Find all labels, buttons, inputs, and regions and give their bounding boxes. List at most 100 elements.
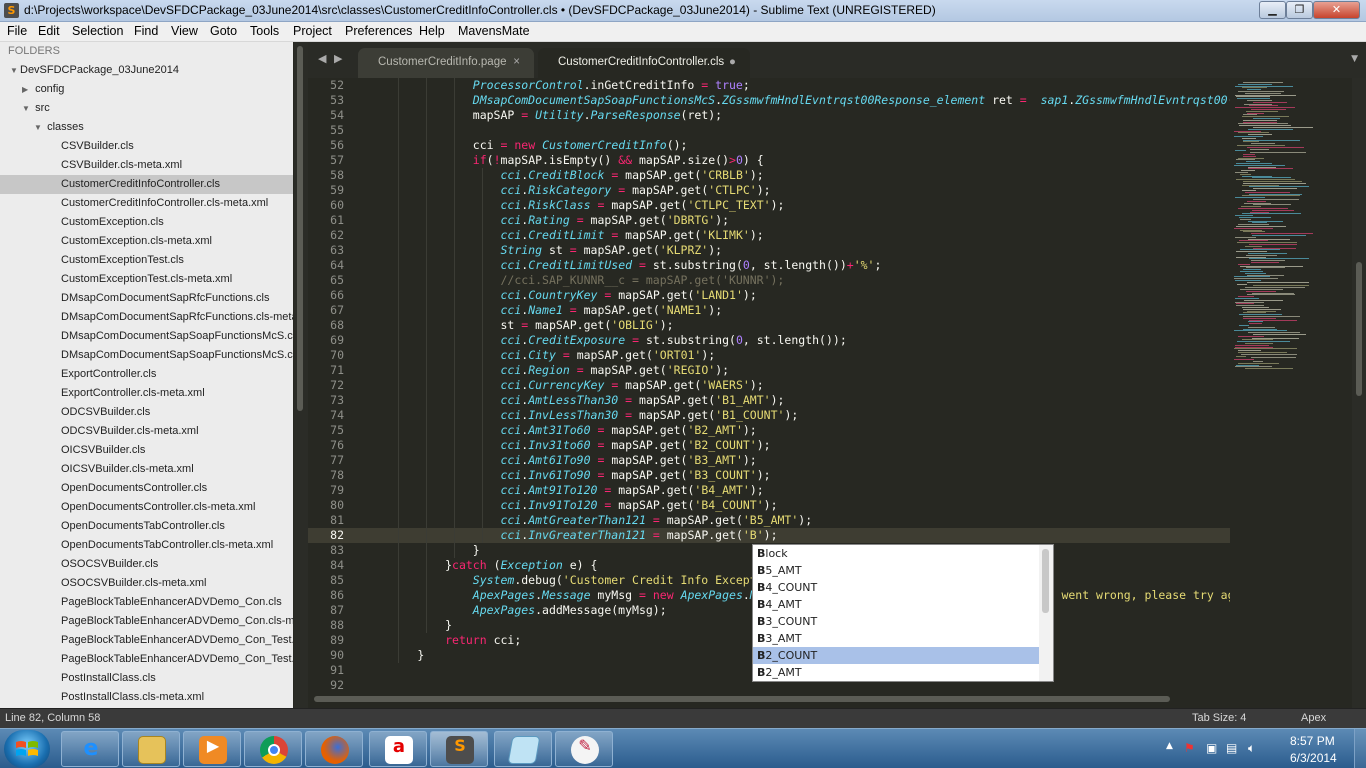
- sidebar-file-item[interactable]: PostInstallClass.cls: [0, 669, 293, 688]
- autocomplete-item[interactable]: B2_COUNT: [753, 647, 1039, 664]
- sidebar-file-item[interactable]: ExportController.cls: [0, 365, 293, 384]
- autocomplete-item[interactable]: B5_AMT: [753, 562, 1039, 579]
- network-icon[interactable]: ▤: [1226, 741, 1237, 755]
- scroll-thumb[interactable]: [297, 46, 303, 411]
- autocomplete-scrollbar[interactable]: [1039, 545, 1053, 681]
- sidebar-file-item[interactable]: PageBlockTableEnhancerADVDemo_Con_Test.c…: [0, 650, 293, 669]
- menu-project[interactable]: Project: [293, 24, 332, 38]
- sidebar-file-item[interactable]: OpenDocumentsTabController.cls-meta.xml: [0, 536, 293, 555]
- sidebar-file-item[interactable]: ExportController.cls-meta.xml: [0, 384, 293, 403]
- sidebar-file-item[interactable]: CSVBuilder.cls: [0, 137, 293, 156]
- minimap-line: [1247, 281, 1309, 283]
- tab-close-icon[interactable]: ×: [513, 48, 520, 76]
- maximize-button[interactable]: ❐: [1286, 1, 1313, 19]
- folder-classes[interactable]: ▼ classes: [0, 118, 293, 137]
- autocomplete-item[interactable]: B3_AMT: [753, 630, 1039, 647]
- menu-file[interactable]: File: [7, 24, 27, 38]
- close-button[interactable]: ✕: [1313, 1, 1360, 19]
- device-icon[interactable]: ▣: [1206, 741, 1217, 755]
- autocomplete-item[interactable]: B4_COUNT: [753, 579, 1039, 596]
- sidebar-file-item[interactable]: OICSVBuilder.cls-meta.xml: [0, 460, 293, 479]
- taskbar-airtel[interactable]: a: [369, 731, 427, 767]
- autocomplete-popup[interactable]: Block B5_AMT B4_COUNT B4_AMT B3_COUNT B3_AMT B…: [752, 544, 1054, 682]
- sidebar-file-item[interactable]: DMsapComDocumentSapRfcFunctions.cls: [0, 289, 293, 308]
- tab-customercreditinfo-page[interactable]: CustomerCreditInfo.page ×: [358, 48, 534, 78]
- menu-preferences[interactable]: Preferences: [345, 24, 412, 38]
- tab-size-indicator[interactable]: Tab Size: 4: [1192, 712, 1246, 724]
- sidebar-file-item[interactable]: OICSVBuilder.cls: [0, 441, 293, 460]
- scroll-thumb[interactable]: [314, 696, 1170, 702]
- sidebar-scrollbar[interactable]: [294, 42, 308, 708]
- taskbar-internet-explorer[interactable]: e: [61, 731, 119, 767]
- sidebar-file-item[interactable]: PageBlockTableEnhancerADVDemo_Con.cls: [0, 593, 293, 612]
- taskbar-firefox[interactable]: [305, 731, 363, 767]
- minimap-line: [1236, 355, 1246, 357]
- taskbar-media-player[interactable]: ▶: [183, 731, 241, 767]
- sidebar-file-item[interactable]: PageBlockTableEnhancerADVDemo_Con.cls-me…: [0, 612, 293, 631]
- autocomplete-item[interactable]: B2_AMT: [753, 664, 1039, 681]
- folder-src[interactable]: ▼ src: [0, 99, 293, 118]
- scroll-thumb[interactable]: [1356, 262, 1362, 396]
- sidebar-file-item[interactable]: DMsapComDocumentSapSoapFunctionsMcS.cls-…: [0, 346, 293, 365]
- start-button[interactable]: [4, 730, 50, 768]
- sidebar-file-item[interactable]: ODCSVBuilder.cls-meta.xml: [0, 422, 293, 441]
- folder-config[interactable]: ▶ config: [0, 80, 293, 99]
- sidebar-file-item[interactable]: CustomExceptionTest.cls: [0, 251, 293, 270]
- syntax-indicator[interactable]: Apex: [1301, 712, 1326, 724]
- sidebar-file-item[interactable]: OpenDocumentsTabController.cls: [0, 517, 293, 536]
- menu-goto[interactable]: Goto: [210, 24, 237, 38]
- menu-mavensmate[interactable]: MavensMate: [458, 24, 530, 38]
- sidebar-file-item[interactable]: OSOCSVBuilder.cls-meta.xml: [0, 574, 293, 593]
- sidebar-file-item[interactable]: CustomException.cls-meta.xml: [0, 232, 293, 251]
- sidebar-file-item[interactable]: OSOCSVBuilder.cls: [0, 555, 293, 574]
- sidebar-file-item[interactable]: CustomerCreditInfoController.cls-meta.xm…: [0, 194, 293, 213]
- sidebar-file-item[interactable]: DMsapComDocumentSapRfcFunctions.cls-meta…: [0, 308, 293, 327]
- taskbar-notepad[interactable]: [494, 731, 552, 767]
- sidebar-file-item[interactable]: PageBlockTableEnhancerADVDemo_Con_Test.c…: [0, 631, 293, 650]
- minimap-line: [1253, 188, 1297, 190]
- action-center-flag-icon[interactable]: ⚑: [1184, 741, 1195, 755]
- show-hidden-icons-icon[interactable]: ▲: [1166, 741, 1173, 751]
- folder-root[interactable]: ▼ DevSFDCPackage_03June2014: [0, 61, 293, 80]
- sidebar-file-item[interactable]: OpenDocumentsController.cls: [0, 479, 293, 498]
- menu-help[interactable]: Help: [419, 24, 445, 38]
- sidebar-file-item[interactable]: OpenDocumentsController.cls-meta.xml: [0, 498, 293, 517]
- menu-selection[interactable]: Selection: [72, 24, 123, 38]
- sidebar-file-item[interactable]: PostInstallClass.cls-meta.xml: [0, 688, 293, 707]
- tab-left-arrow-icon[interactable]: ◀: [318, 52, 326, 65]
- show-desktop-button[interactable]: [1354, 729, 1366, 768]
- volume-icon[interactable]: 🔈︎: [1248, 741, 1255, 756]
- sidebar-file-item[interactable]: DMsapComDocumentSapSoapFunctionsMcS.cls: [0, 327, 293, 346]
- folder-label: DevSFDCPackage_03June2014: [20, 64, 179, 76]
- sidebar-file-item[interactable]: CSVBuilder.cls-meta.xml: [0, 156, 293, 175]
- clock-time[interactable]: 8:57 PM: [1290, 734, 1335, 748]
- taskbar-sublime-text[interactable]: S: [430, 731, 488, 767]
- tab-right-arrow-icon[interactable]: ▶: [334, 52, 342, 65]
- taskbar-paint-tool[interactable]: ✎: [555, 731, 613, 767]
- menu-find[interactable]: Find: [134, 24, 158, 38]
- editor-vertical-scrollbar[interactable]: [1352, 78, 1366, 708]
- minimize-button[interactable]: ▁: [1259, 1, 1286, 19]
- autocomplete-item[interactable]: B4_AMT: [753, 596, 1039, 613]
- autocomplete-item[interactable]: B3_COUNT: [753, 613, 1039, 630]
- file-label: CustomerCreditInfoController.cls: [61, 178, 220, 190]
- taskbar-file-explorer[interactable]: [122, 731, 180, 767]
- autocomplete-item[interactable]: Block: [753, 545, 1039, 562]
- sidebar-file-item[interactable]: CustomException.cls: [0, 213, 293, 232]
- sidebar-file-item[interactable]: CustomerCreditInfoController.cls: [0, 175, 293, 194]
- tab-dirty-icon[interactable]: ●: [729, 48, 736, 76]
- taskbar-chrome[interactable]: [244, 731, 302, 767]
- line-number: 73: [330, 393, 344, 407]
- tab-label: CustomerCreditInfo.page: [378, 56, 507, 68]
- sidebar-file-item[interactable]: ODCSVBuilder.cls: [0, 403, 293, 422]
- menu-view[interactable]: View: [171, 24, 198, 38]
- editor-horizontal-scrollbar[interactable]: [308, 692, 1230, 708]
- tab-customercreditinfocontroller-cls[interactable]: CustomerCreditInfoController.cls ●: [538, 48, 750, 78]
- scroll-thumb[interactable]: [1042, 549, 1049, 613]
- menu-edit[interactable]: Edit: [38, 24, 60, 38]
- tab-dropdown-icon[interactable]: ▼: [1351, 54, 1358, 64]
- menu-tools[interactable]: Tools: [250, 24, 279, 38]
- minimap[interactable]: [1230, 78, 1352, 708]
- sidebar-file-item[interactable]: CustomExceptionTest.cls-meta.xml: [0, 270, 293, 289]
- clock-date[interactable]: 6/3/2014: [1290, 751, 1337, 765]
